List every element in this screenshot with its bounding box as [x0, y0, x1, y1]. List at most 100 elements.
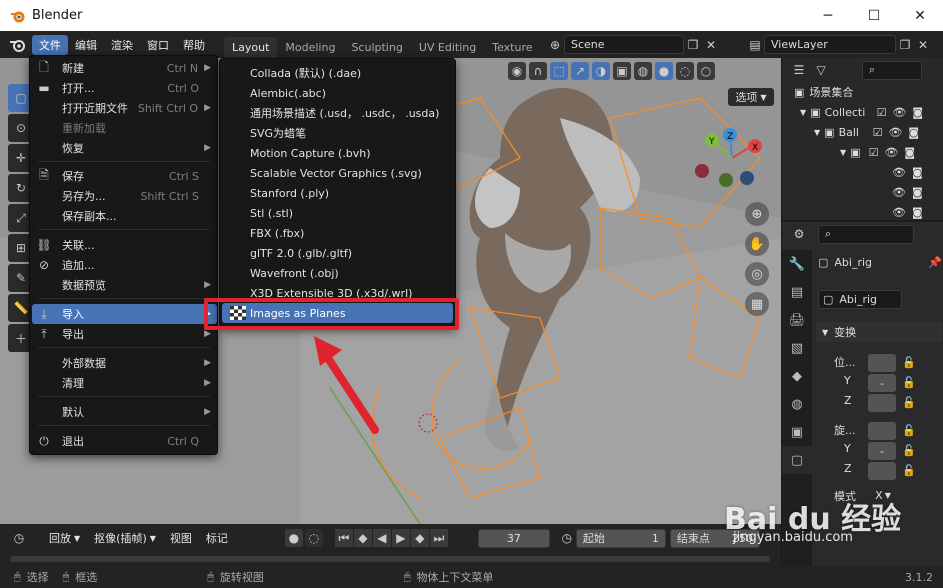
eye-icon[interactable]: 👁 [884, 146, 898, 159]
camera-icon[interactable]: ◙ [904, 146, 915, 159]
jump-end-icon[interactable]: ⏭ [429, 529, 448, 547]
view-layer-tab-icon[interactable]: ▧ [782, 334, 812, 362]
eye-icon[interactable]: 👁 [892, 206, 906, 219]
timeline-view-menu[interactable]: 视图 [163, 528, 199, 548]
next-keyframe-icon[interactable]: ◆ [410, 529, 429, 547]
menu-help[interactable]: 帮助 [176, 35, 212, 55]
checkbox-icon[interactable]: ☑ [873, 126, 883, 139]
zoom-icon[interactable]: ⊕ [745, 202, 769, 226]
xray-icon[interactable]: ▣ [613, 62, 631, 80]
camera-icon[interactable]: ◙ [908, 126, 919, 139]
tab-uv-editing[interactable]: UV Editing [411, 37, 484, 58]
menu-window[interactable]: 窗口 [140, 35, 176, 55]
import-collada[interactable]: Collada (默认) (.dae) [222, 63, 453, 83]
rotation-y-field[interactable]: - [868, 442, 896, 460]
file-menu-import[interactable]: ⤓ 导入 ▶ [32, 304, 217, 324]
view-layer-field[interactable]: ViewLayer [764, 35, 896, 54]
eye-icon[interactable]: 👁 [892, 166, 906, 179]
copy-scene-icon[interactable]: ❐ [684, 36, 702, 54]
wireframe-shading-icon[interactable]: ◍ [634, 62, 652, 80]
import-svg[interactable]: Scalable Vector Graphics (.svg) [222, 163, 453, 183]
file-menu-quit[interactable]: ⏻ 退出 Ctrl Q [32, 431, 217, 451]
copy-view-layer-icon[interactable]: ❐ [896, 36, 914, 54]
prev-keyframe-icon[interactable]: ◆ [353, 529, 372, 547]
location-y-field[interactable]: - [868, 374, 896, 392]
outliner-row[interactable]: ▼ ▣ ☑ 👁 ◙ [782, 142, 943, 162]
pin-icon[interactable]: 📌 [928, 256, 942, 269]
overlays-icon[interactable]: ◑ [592, 62, 610, 80]
camera-icon[interactable]: ◙ [912, 106, 923, 119]
outliner-row[interactable]: 👁 ◙ [782, 162, 943, 182]
overlay-toggle-icon[interactable]: ◉ [508, 62, 526, 80]
camera-icon[interactable]: ◙ [912, 186, 923, 199]
world-tab-icon[interactable]: ◍ [782, 390, 812, 418]
blender-menu-button[interactable] [8, 36, 30, 54]
play-icon[interactable]: ▶ [391, 529, 410, 547]
file-menu-link[interactable]: ⛓ 关联... [32, 235, 217, 255]
keying-menu[interactable]: 抠像(插帧) ▼ [87, 528, 163, 548]
file-menu-cleanup[interactable]: 清理 ▶ [32, 373, 217, 393]
keyframe-type-icon[interactable]: ◌ [304, 529, 323, 547]
outliner-row[interactable]: ▼ ▣ Ball ☑ 👁 ◙ [782, 122, 943, 142]
file-menu-save-copy[interactable]: 保存副本... [32, 206, 217, 226]
object-tab-icon[interactable]: ▢ [782, 446, 812, 474]
lock-icon[interactable]: 🔓 [902, 356, 916, 369]
import-usd[interactable]: 通用场景描述 (.usd， .usdc， .usda) [222, 103, 453, 123]
pan-hand-icon[interactable]: ✋ [745, 232, 769, 256]
jump-start-icon[interactable]: ⏮ [334, 529, 353, 547]
lock-icon[interactable]: 🔓 [902, 464, 916, 477]
gizmo-toggle-icon[interactable]: ⬚ [550, 62, 568, 80]
navigation-gizmo[interactable]: X Z Y [692, 128, 772, 198]
outliner-row[interactable]: ▼ ▣ Collecti ☑ 👁 ◙ [782, 102, 943, 122]
marker-menu[interactable]: 标记 [199, 528, 235, 548]
scene-tab-icon[interactable]: ◆ [782, 362, 812, 390]
tab-modeling[interactable]: Modeling [277, 37, 343, 58]
viewport-options-dropdown[interactable]: 选项 ▼ [728, 88, 774, 106]
outliner-row[interactable]: 👁 ◙ [782, 202, 943, 222]
rendered-shading-icon[interactable]: ○ [697, 62, 715, 80]
eye-icon[interactable]: 👁 [892, 186, 906, 199]
rotation-z-field[interactable] [868, 462, 896, 480]
checkbox-icon[interactable]: ☑ [869, 146, 879, 159]
menu-file[interactable]: 文件 [32, 34, 68, 55]
timeline-scrollbar[interactable] [10, 556, 770, 562]
camera-view-icon[interactable]: ◎ [745, 262, 769, 286]
current-frame-field[interactable]: 37 [477, 528, 550, 548]
import-ply[interactable]: Stanford (.ply) [222, 183, 453, 203]
menu-render[interactable]: 渲染 [104, 35, 140, 55]
close-button[interactable]: ✕ [897, 0, 943, 31]
file-menu-data-previews[interactable]: 数据预览 ▶ [32, 275, 217, 295]
output-tab-icon[interactable]: 🖨 [782, 306, 812, 334]
outliner-row[interactable]: 👁 ◙ [782, 182, 943, 202]
editor-type-icon[interactable]: ☰ [790, 61, 808, 79]
lock-icon[interactable]: 🔓 [902, 424, 916, 437]
maximize-button[interactable]: ☐ [851, 0, 897, 31]
delete-scene-icon[interactable]: ✕ [702, 36, 720, 54]
file-menu-open-recent[interactable]: 打开近期文件 Shift Ctrl O ▶ [32, 98, 217, 118]
camera-icon[interactable]: ◙ [912, 206, 923, 219]
playback-menu[interactable]: 回放 ▼ [42, 528, 87, 548]
lock-icon[interactable]: 🔓 [902, 376, 916, 389]
outliner-root[interactable]: ▣ 场景集合 [782, 82, 943, 102]
lock-icon[interactable]: 🔓 [902, 444, 916, 457]
file-menu-save-as[interactable]: 另存为... Shift Ctrl S [32, 186, 217, 206]
solid-shading-icon[interactable]: ● [655, 62, 673, 80]
rotation-x-field[interactable] [868, 422, 896, 440]
tab-texture[interactable]: Texture [484, 37, 540, 58]
start-frame-field[interactable]: 起始 1 [575, 528, 666, 548]
import-stl[interactable]: Stl (.stl) [222, 203, 453, 223]
file-menu-save[interactable]: 🗎 保存 Ctrl S [32, 166, 217, 186]
perspective-grid-icon[interactable]: ▦ [745, 292, 769, 316]
snap-icon[interactable]: ↗ [571, 62, 589, 80]
import-alembic[interactable]: Alembic(.abc) [222, 83, 453, 103]
import-fbx[interactable]: FBX (.fbx) [222, 223, 453, 243]
minimize-button[interactable]: ─ [805, 0, 851, 31]
camera-icon[interactable]: ◙ [912, 166, 923, 179]
file-menu-open[interactable]: ▬ 打开... Ctrl O [32, 78, 217, 98]
import-svg-grease-pencil[interactable]: SVG为蜡笔 [222, 123, 453, 143]
outliner-search-input[interactable]: ⌕ [862, 60, 922, 80]
clock-icon[interactable]: ◷ [558, 529, 576, 547]
file-menu-defaults[interactable]: 默认 ▶ [32, 402, 217, 422]
view-layer-icon[interactable]: ▤ [746, 36, 764, 54]
location-z-field[interactable] [868, 394, 896, 412]
